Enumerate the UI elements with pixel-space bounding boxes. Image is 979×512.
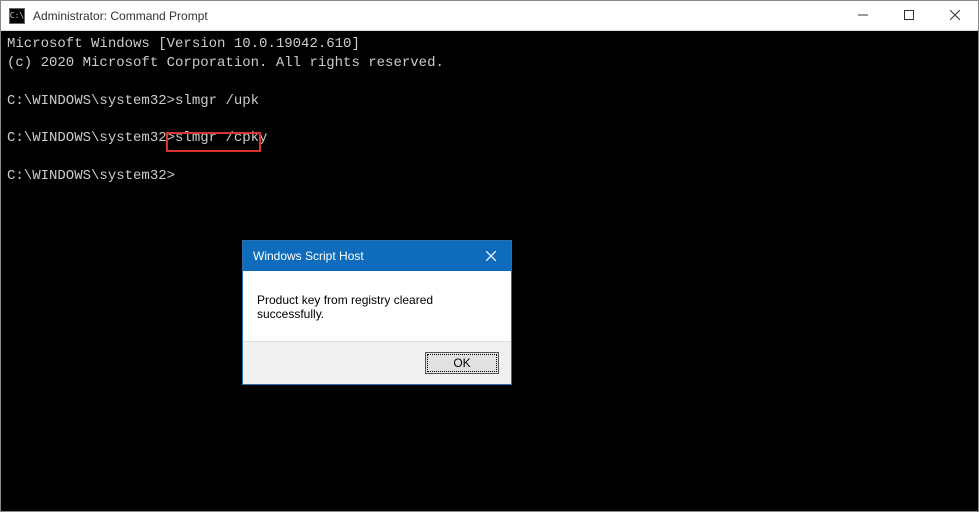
close-button[interactable] bbox=[932, 1, 978, 30]
console-line: Microsoft Windows [Version 10.0.19042.61… bbox=[7, 36, 360, 52]
minimize-button[interactable] bbox=[840, 1, 886, 30]
console-command: slmgr /upk bbox=[175, 93, 259, 109]
console-command: slmgr /cpky bbox=[175, 130, 267, 146]
console-prompt: C:\WINDOWS\system32> bbox=[7, 130, 175, 146]
dialog-title: Windows Script Host bbox=[253, 249, 471, 263]
console-line: (c) 2020 Microsoft Corporation. All righ… bbox=[7, 55, 444, 71]
close-icon bbox=[950, 10, 960, 22]
console-prompt: C:\WINDOWS\system32> bbox=[7, 168, 175, 184]
maximize-icon bbox=[904, 10, 914, 22]
window-title: Administrator: Command Prompt bbox=[33, 9, 840, 23]
maximize-button[interactable] bbox=[886, 1, 932, 30]
console-prompt: C:\WINDOWS\system32> bbox=[7, 93, 175, 109]
dialog-message: Product key from registry cleared succes… bbox=[243, 271, 511, 341]
window-controls bbox=[840, 1, 978, 30]
cmd-icon: C:\ bbox=[9, 8, 25, 24]
titlebar[interactable]: C:\ Administrator: Command Prompt bbox=[1, 1, 978, 31]
ok-button[interactable]: OK bbox=[425, 352, 499, 374]
dialog-footer: OK bbox=[243, 341, 511, 384]
close-icon bbox=[486, 249, 496, 264]
minimize-icon bbox=[858, 10, 868, 22]
dialog-titlebar[interactable]: Windows Script Host bbox=[243, 241, 511, 271]
script-host-dialog: Windows Script Host Product key from reg… bbox=[242, 240, 512, 385]
dialog-close-button[interactable] bbox=[471, 241, 511, 271]
